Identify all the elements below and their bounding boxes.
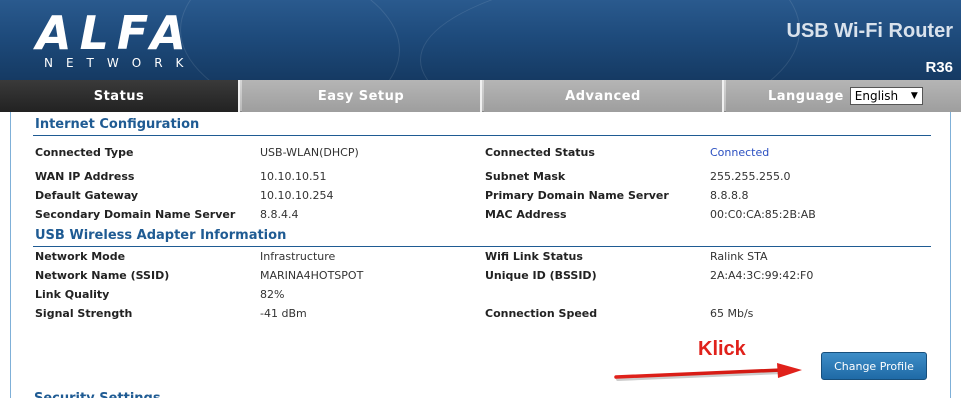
primary-dns-label: Primary Domain Name Server (485, 189, 669, 202)
wifi-link-status-label: Wifi Link Status (485, 250, 583, 263)
subnet-mask-value: 255.255.255.0 (710, 170, 791, 183)
ssid-value: MARINA4HOTSPOT (260, 269, 364, 282)
language-label: Language (768, 88, 844, 104)
connection-speed-label: Connection Speed (485, 307, 598, 320)
connection-speed-value: 65 Mb/s (710, 307, 754, 320)
alfa-logo: ALFA (36, 6, 195, 60)
ssid-label: Network Name (SSID) (35, 269, 170, 282)
subnet-mask-label: Subnet Mask (485, 170, 566, 183)
status-panel (10, 112, 951, 398)
product-title: USB Wi-Fi Router (786, 20, 953, 42)
tab-status[interactable]: Status (0, 80, 240, 112)
connected-type-value: USB-WLAN(DHCP) (260, 146, 359, 159)
model-label: R36 (925, 59, 953, 76)
alfa-logo-subtitle: NETWORK (44, 56, 197, 70)
language-select[interactable]: English ▼ (849, 87, 923, 105)
wireless-adapter-title: USB Wireless Adapter Information (35, 228, 287, 243)
klick-annotation: Klick (698, 338, 746, 360)
section-divider (33, 135, 931, 136)
connected-status-value: Connected (710, 146, 770, 159)
secondary-dns-label: Secondary Domain Name Server (35, 208, 236, 221)
security-settings-title: Security Settings (34, 388, 161, 398)
connected-status-label: Connected Status (485, 146, 595, 159)
tab-easy-setup[interactable]: Easy Setup (242, 80, 482, 112)
wan-ip-label: WAN IP Address (35, 170, 135, 183)
default-gateway-label: Default Gateway (35, 189, 139, 202)
red-arrow-icon (614, 363, 802, 381)
secondary-dns-value: 8.8.4.4 (260, 208, 299, 221)
bssid-label: Unique ID (BSSID) (485, 269, 597, 282)
language-selected-value: English (854, 89, 899, 103)
header-banner: ALFA NETWORK USB Wi-Fi Router R36 (0, 0, 961, 80)
language-area: Language English ▼ (726, 80, 961, 112)
link-quality-label: Link Quality (35, 288, 110, 301)
connected-type-label: Connected Type (35, 146, 134, 159)
primary-dns-value: 8.8.8.8 (710, 189, 749, 202)
network-mode-label: Network Mode (35, 250, 126, 263)
main-navigation: Status Easy Setup Advanced Language Engl… (0, 80, 961, 112)
signal-strength-value: -41 dBm (260, 307, 307, 320)
link-quality-value: 82% (260, 288, 285, 301)
mac-address-value: 00:C0:CA:85:2B:AB (710, 208, 816, 221)
internet-config-title: Internet Configuration (35, 117, 200, 132)
network-mode-value: Infrastructure (260, 250, 336, 263)
signal-strength-label: Signal Strength (35, 307, 133, 320)
mac-address-label: MAC Address (485, 208, 567, 221)
section-divider (33, 246, 931, 247)
bssid-value: 2A:A4:3C:99:42:F0 (710, 269, 814, 282)
dropdown-arrow-icon: ▼ (910, 91, 918, 101)
default-gateway-value: 10.10.10.254 (260, 189, 334, 202)
tab-advanced[interactable]: Advanced (484, 80, 724, 112)
wifi-link-status-value: Ralink STA (710, 250, 768, 263)
wan-ip-value: 10.10.10.51 (260, 170, 327, 183)
change-profile-button[interactable]: Change Profile (821, 352, 927, 380)
